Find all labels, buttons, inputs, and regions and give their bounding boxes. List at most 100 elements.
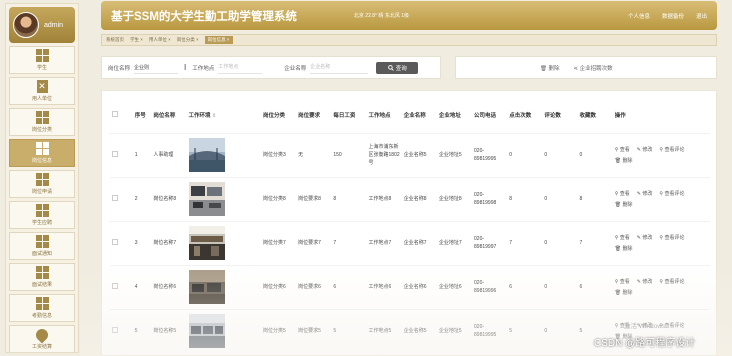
sidebar-item-4[interactable]: 岗位申请 [9, 170, 75, 198]
cell-post-name: 岗位名称8 [151, 176, 187, 221]
edit-label: 修改 [642, 146, 653, 153]
cell-address: 企业地址5 [436, 132, 473, 177]
view-comments-label: 查看评论 [664, 322, 685, 329]
sidebar-item-label: 学生 [36, 65, 47, 71]
edit-button[interactable]: ✎ 修改 [637, 278, 653, 286]
backup-link[interactable]: 数据备份 [662, 12, 684, 20]
cell-favorites: 7 [577, 220, 613, 265]
logout-link[interactable]: 退出 [696, 12, 707, 20]
row-delete-label: 删除 [622, 157, 633, 164]
stats-button[interactable]: ⋖ 企业招聘次数 [574, 64, 613, 72]
cell-category: 岗位分类5 [261, 308, 297, 353]
edit-button[interactable]: ✎ 修改 [637, 190, 653, 198]
tab-home[interactable]: 系统首页 [106, 37, 124, 43]
cell-post-name: 岗位名称6 [151, 264, 187, 309]
text-cursor-icon: I [184, 63, 187, 72]
sidebar-item-label: 岗位信息 [31, 158, 52, 164]
sidebar-item-0[interactable]: 学生 [9, 46, 75, 74]
cell-post-name: 人事助理 [151, 132, 187, 177]
search-button[interactable]: 查询 [376, 61, 419, 74]
sidebar-item-label: 面试结果 [31, 282, 52, 288]
row-delete-button[interactable]: 🗑 删除 [615, 245, 633, 253]
work-environment-image [188, 138, 225, 172]
sidebar-item-9[interactable]: 工资结算 [9, 325, 75, 352]
post-name-label: 岗位名称 [108, 65, 131, 72]
trash-icon: 🗑 [614, 157, 622, 164]
company-input[interactable] [310, 61, 369, 74]
edit-button[interactable]: ✎ 修改 [637, 146, 653, 154]
col-post-name[interactable]: 岗位名称 [151, 99, 186, 133]
view-button[interactable]: ⚲ 查看 [615, 234, 630, 242]
col-phone[interactable]: 公司电话 [472, 99, 507, 133]
col-clicks[interactable]: 点击次数 [507, 99, 542, 133]
row-checkbox[interactable] [112, 238, 118, 245]
cell-comments: 0 [542, 308, 578, 353]
search-icon: ⚲ [659, 146, 664, 153]
view-button[interactable]: ⚲ 查看 [615, 190, 630, 198]
row-checkbox[interactable] [112, 282, 118, 289]
col-location[interactable]: 工作地点 [367, 99, 402, 133]
view-button[interactable]: ⚲ 查看 [615, 278, 630, 286]
view-comments-button[interactable]: ⚲ 查看评论 [659, 146, 684, 154]
col-company[interactable]: 企业名称 [402, 99, 437, 133]
cell-location: 上海市浦东新区张衡路1802号 [366, 132, 402, 177]
sidebar-item-8[interactable]: 考勤信息 [9, 294, 75, 322]
select-all-checkbox[interactable] [112, 111, 118, 118]
row-delete-button[interactable]: 🗑 删除 [615, 201, 633, 209]
system-title: 基于SSM的大学生勤工助学管理系统 [111, 10, 297, 23]
view-comments-button[interactable]: ⚲ 查看评论 [659, 190, 684, 198]
cell-post-name: 岗位名称7 [151, 220, 187, 265]
cell-clicks: 0 [507, 132, 543, 177]
location-input[interactable] [218, 61, 263, 74]
sidebar-item-2[interactable]: 岗位分类 [9, 108, 75, 136]
col-category[interactable]: 岗位分类 [261, 99, 296, 133]
cell-no: 4 [132, 264, 152, 309]
tab-employers[interactable]: 用人单位 × [149, 37, 171, 43]
cell-category: 岗位分类6 [261, 264, 297, 309]
col-no: 序号 [134, 112, 146, 119]
work-environment-image [188, 182, 225, 216]
row-checkbox[interactable] [112, 194, 118, 201]
work-environment-image [188, 270, 225, 304]
edit-label: 修改 [642, 190, 653, 197]
view-comments-button[interactable]: ⚲ 查看评论 [659, 234, 684, 242]
col-comments[interactable]: 评论数 [542, 99, 577, 133]
tab-students[interactable]: 学生 × [130, 37, 143, 43]
sidebar-profile[interactable]: admin [9, 7, 75, 43]
cell-wage: 8 [331, 176, 367, 221]
row-delete-button[interactable]: 🗑 删除 [615, 157, 633, 165]
sidebar-item-6[interactable]: 面试通知 [9, 232, 75, 260]
post-name-input[interactable] [134, 61, 179, 74]
sidebar-item-7[interactable]: 面试结果 [9, 263, 75, 291]
search-icon: ⚲ [614, 190, 619, 197]
view-button[interactable]: ⚲ 查看 [615, 146, 630, 154]
cell-category: 岗位分类3 [261, 132, 297, 177]
sidebar-item-1[interactable]: ✕ 用人单位 [9, 77, 75, 105]
cell-wage: 150 [331, 132, 367, 177]
cell-requirement: 岗位要求7 [296, 220, 332, 265]
sidebar-item-3[interactable]: 岗位信息 [9, 139, 75, 167]
sort-icon: ⇕ [212, 112, 217, 119]
cell-favorites: 0 [577, 132, 613, 177]
cell-comments: 0 [542, 220, 578, 265]
delete-button[interactable]: 🗑 删除 [540, 64, 560, 72]
tab-post-category[interactable]: 岗位分类 × [177, 37, 199, 43]
col-address[interactable]: 企业地址 [437, 99, 472, 133]
edit-icon: ✎ [636, 190, 641, 197]
row-checkbox[interactable] [112, 150, 118, 157]
cell-requirement: 岗位要求5 [296, 308, 332, 353]
row-checkbox[interactable] [112, 326, 118, 333]
col-requirement[interactable]: 岗位要求 [296, 99, 331, 133]
col-favorites[interactable]: 收藏数 [578, 99, 613, 133]
cell-company: 企业名称7 [401, 220, 437, 265]
col-work-env[interactable]: 工作环境 ⇕ [187, 99, 261, 133]
row-delete-button[interactable]: 🗑 删除 [615, 289, 633, 297]
profile-link[interactable]: 个人信息 [628, 12, 650, 20]
col-wage[interactable]: 每日工资 [331, 99, 366, 133]
edit-button[interactable]: ✎ 修改 [637, 234, 653, 242]
cell-category: 岗位分类8 [261, 176, 297, 221]
view-comments-button[interactable]: ⚲ 查看评论 [659, 278, 684, 286]
sidebar-item-5[interactable]: 学生应聘 [9, 201, 75, 229]
clipboard-x-icon: ✕ [36, 80, 48, 93]
tab-post-info[interactable]: 岗位信息 × [204, 36, 233, 44]
